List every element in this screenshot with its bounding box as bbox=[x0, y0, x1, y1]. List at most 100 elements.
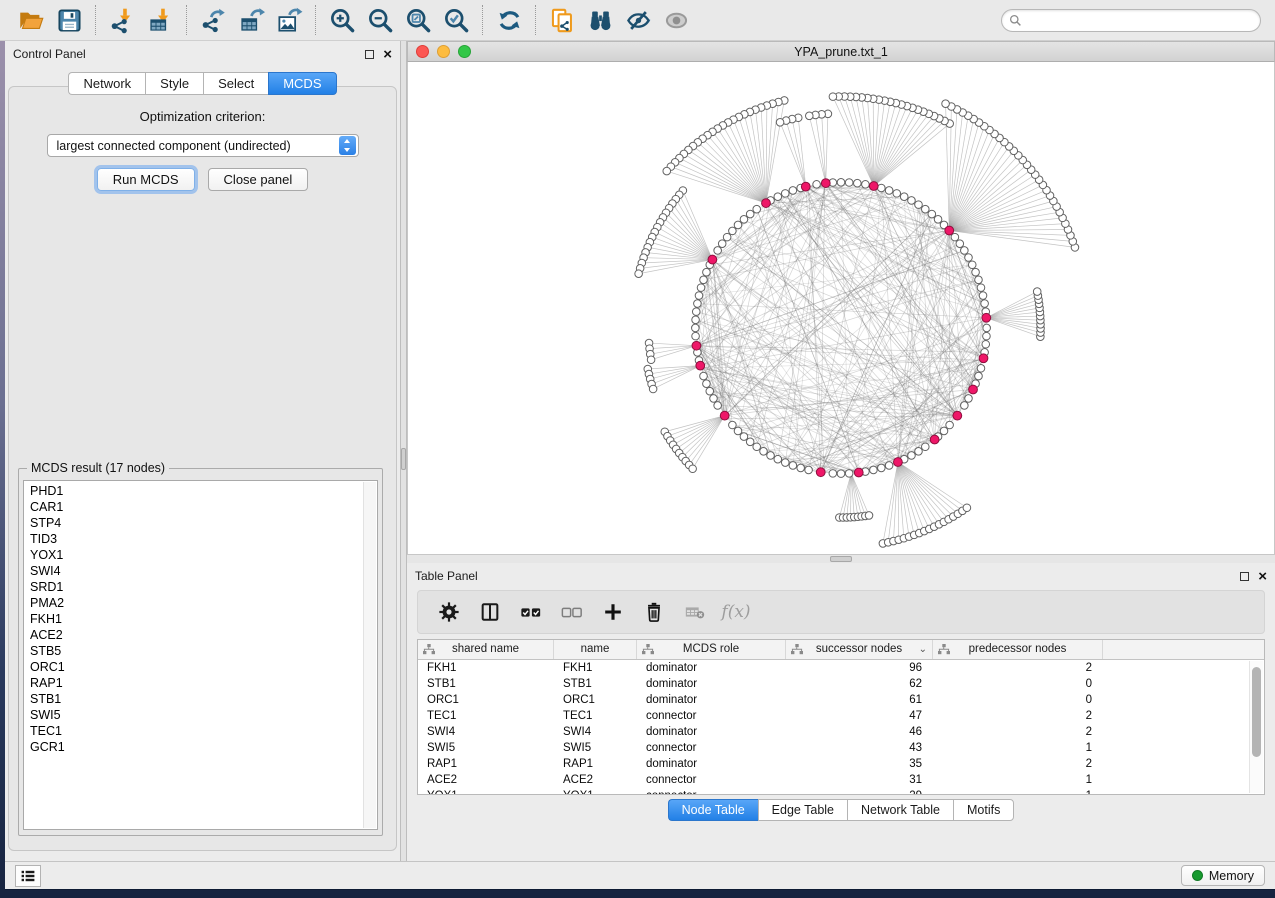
network-mcds-node[interactable] bbox=[869, 182, 878, 191]
network-node[interactable] bbox=[753, 205, 761, 213]
mcds-list-scrollbar[interactable] bbox=[363, 482, 376, 828]
table-cell[interactable]: 35 bbox=[786, 756, 933, 772]
table-cell[interactable]: 47 bbox=[786, 708, 933, 724]
task-history-button[interactable] bbox=[15, 865, 41, 887]
table-cell[interactable]: ACE2 bbox=[554, 772, 637, 788]
mcds-result-item[interactable]: ORC1 bbox=[30, 659, 377, 675]
delete-columns-button[interactable] bbox=[642, 600, 666, 624]
table-row[interactable]: TEC1TEC1connector472 bbox=[418, 708, 1264, 724]
network-node[interactable] bbox=[922, 443, 930, 451]
network-node[interactable] bbox=[703, 268, 711, 276]
network-node[interactable] bbox=[934, 216, 942, 224]
table-cell[interactable]: 96 bbox=[786, 660, 933, 676]
export-network-button[interactable] bbox=[194, 3, 232, 37]
column-header-name[interactable]: name bbox=[554, 640, 637, 659]
table-cell[interactable]: dominator bbox=[637, 724, 786, 740]
network-node[interactable] bbox=[829, 93, 837, 101]
network-node[interactable] bbox=[915, 201, 923, 209]
table-cell[interactable]: SWI4 bbox=[418, 724, 554, 740]
table-cell[interactable]: SWI5 bbox=[554, 740, 637, 756]
network-node[interactable] bbox=[692, 324, 700, 332]
network-node[interactable] bbox=[700, 276, 708, 284]
network-node[interactable] bbox=[977, 284, 985, 292]
export-table-button[interactable] bbox=[232, 3, 270, 37]
network-node[interactable] bbox=[776, 118, 784, 126]
table-cell[interactable]: SWI5 bbox=[418, 740, 554, 756]
network-node[interactable] bbox=[740, 216, 748, 224]
network-node[interactable] bbox=[942, 100, 950, 108]
network-mcds-node[interactable] bbox=[816, 468, 825, 477]
tab-style[interactable]: Style bbox=[145, 72, 203, 95]
table-cell[interactable]: 2 bbox=[933, 756, 1103, 772]
mcds-result-item[interactable]: SRD1 bbox=[30, 579, 377, 595]
horizontal-splitter[interactable] bbox=[407, 555, 1275, 563]
network-node[interactable] bbox=[900, 193, 908, 201]
network-mcds-node[interactable] bbox=[821, 179, 830, 188]
table-cell[interactable]: connector bbox=[637, 788, 786, 795]
import-network-button[interactable] bbox=[103, 3, 141, 37]
splitter-handle[interactable] bbox=[401, 448, 406, 470]
network-node[interactable] bbox=[865, 512, 873, 520]
network-node[interactable] bbox=[878, 464, 886, 472]
splitter-handle[interactable] bbox=[830, 556, 852, 562]
import-table-button[interactable] bbox=[141, 3, 179, 37]
network-node[interactable] bbox=[961, 247, 969, 255]
network-mcds-node[interactable] bbox=[979, 354, 988, 363]
show-columns-button[interactable] bbox=[478, 600, 502, 624]
tab-node-table[interactable]: Node Table bbox=[668, 799, 758, 821]
table-row[interactable]: SWI5SWI5connector431 bbox=[418, 740, 1264, 756]
network-node[interactable] bbox=[854, 179, 862, 187]
mcds-result-item[interactable]: FKH1 bbox=[30, 611, 377, 627]
window-close-icon[interactable] bbox=[416, 45, 429, 58]
network-node[interactable] bbox=[928, 210, 936, 218]
network-node[interactable] bbox=[692, 316, 700, 324]
table-row[interactable]: YOX1YOX1connector291 bbox=[418, 788, 1264, 795]
network-node[interactable] bbox=[1033, 288, 1041, 296]
network-mcds-node[interactable] bbox=[762, 199, 771, 208]
network-node[interactable] bbox=[663, 167, 671, 175]
network-node[interactable] bbox=[703, 380, 711, 388]
network-node[interactable] bbox=[774, 193, 782, 201]
table-cell[interactable]: 1 bbox=[933, 788, 1103, 795]
network-mcds-node[interactable] bbox=[696, 361, 705, 370]
column-header-successor-nodes[interactable]: successor nodes⌄ bbox=[786, 640, 933, 659]
network-canvas[interactable] bbox=[407, 62, 1275, 555]
network-mcds-node[interactable] bbox=[801, 182, 810, 191]
table-cell[interactable]: 0 bbox=[933, 676, 1103, 692]
network-node[interactable] bbox=[951, 233, 959, 241]
table-scrollbar[interactable] bbox=[1249, 661, 1263, 793]
column-header-MCDS-role[interactable]: MCDS role bbox=[637, 640, 786, 659]
network-node[interactable] bbox=[760, 447, 768, 455]
mcds-result-item[interactable]: RAP1 bbox=[30, 675, 377, 691]
search-input[interactable] bbox=[1022, 11, 1260, 29]
mcds-result-item[interactable]: CAR1 bbox=[30, 499, 377, 515]
table-row[interactable]: RAP1RAP1dominator352 bbox=[418, 756, 1264, 772]
memory-button[interactable]: Memory bbox=[1181, 865, 1265, 886]
mcds-result-item[interactable]: ACE2 bbox=[30, 627, 377, 643]
close-panel-icon[interactable]: × bbox=[1258, 572, 1267, 581]
network-node[interactable] bbox=[837, 178, 845, 186]
network-node[interactable] bbox=[845, 470, 853, 478]
network-node[interactable] bbox=[746, 210, 754, 218]
clone-network-button[interactable] bbox=[543, 3, 581, 37]
select-all-columns-button[interactable] bbox=[519, 600, 543, 624]
network-node[interactable] bbox=[753, 443, 761, 451]
column-header-shared-name[interactable]: shared name bbox=[418, 640, 554, 659]
table-cell[interactable]: STB1 bbox=[554, 676, 637, 692]
table-cell[interactable]: 0 bbox=[933, 692, 1103, 708]
table-cell[interactable]: 1 bbox=[933, 740, 1103, 756]
vertical-splitter[interactable] bbox=[400, 41, 407, 861]
network-mcds-node[interactable] bbox=[692, 341, 701, 350]
network-node[interactable] bbox=[706, 387, 714, 395]
network-node[interactable] bbox=[714, 402, 722, 410]
zoom-out-button[interactable] bbox=[361, 3, 399, 37]
table-cell[interactable]: YOX1 bbox=[554, 788, 637, 795]
network-node[interactable] bbox=[837, 470, 845, 478]
network-node[interactable] bbox=[789, 462, 797, 470]
network-node[interactable] bbox=[692, 332, 700, 340]
table-cell[interactable]: dominator bbox=[637, 676, 786, 692]
mcds-result-item[interactable]: PMA2 bbox=[30, 595, 377, 611]
float-panel-icon[interactable] bbox=[1240, 572, 1249, 581]
table-cell[interactable]: ACE2 bbox=[418, 772, 554, 788]
network-node[interactable] bbox=[723, 233, 731, 241]
